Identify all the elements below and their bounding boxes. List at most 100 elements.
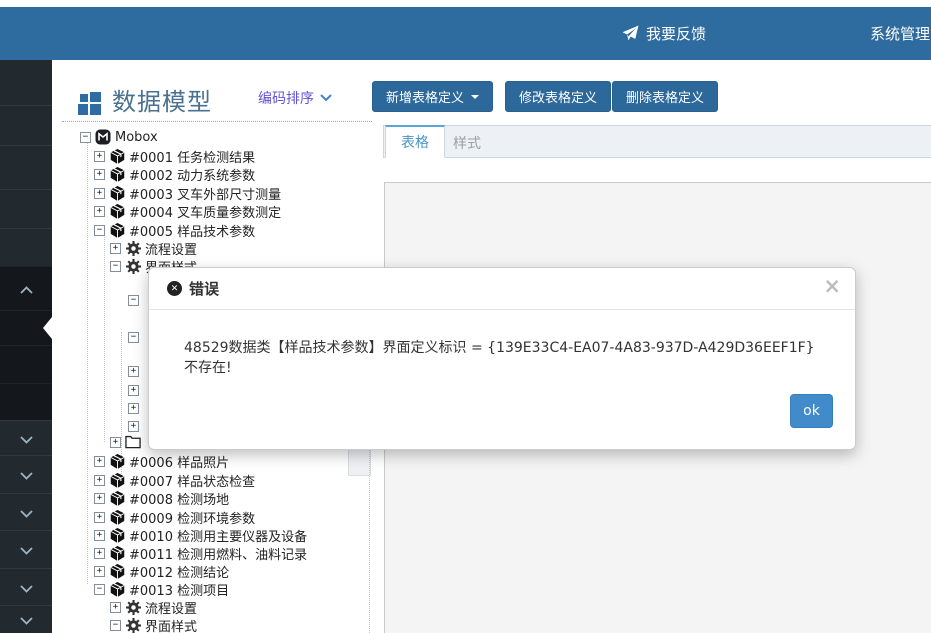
tab-style-label: 样式 [453,133,481,153]
tree-row[interactable]: +#0012 检测结论 [94,562,229,580]
sidebar-item-9[interactable] [0,420,52,455]
collapse-node-icon[interactable]: − [110,620,121,631]
expand-node-icon[interactable]: + [94,456,105,467]
expand-node-icon[interactable]: + [94,566,105,577]
sort-order-label: 编码排序 [258,88,314,108]
tab-table[interactable]: 表格 [385,125,445,158]
collapse-node-icon[interactable]: − [80,132,91,143]
cube-icon [109,545,125,561]
chevron-down-icon [20,429,33,448]
tree-row[interactable]: +#0007 样品状态检查 [94,471,255,489]
tree-row[interactable]: +流程设置 [110,239,197,257]
expand-node-icon[interactable]: + [94,493,105,504]
expand-node-icon[interactable]: + [128,403,139,414]
tree-row[interactable]: +#0008 检测场地 [94,489,229,507]
expand-node-icon[interactable]: + [110,437,121,448]
add-table-definition-button[interactable]: 新增表格定义 [372,81,493,112]
tree-row[interactable]: + #0004 叉车质量参数测定 [94,202,281,220]
sidebar-item-1[interactable] [0,105,52,145]
mobox-logo-icon [95,129,111,145]
delete-table-definition-button[interactable]: 删除表格定义 [612,81,718,112]
expand-node-icon[interactable]: + [94,512,105,523]
tree-row[interactable]: + #0010 检测用主要仪器及设备 [94,526,307,544]
sidebar-item-14[interactable] [0,605,52,633]
tree-node-label: #0013 检测项目 [129,580,229,599]
edit-table-definition-button[interactable]: 修改表格定义 [505,81,611,112]
sidebar-item-4[interactable] [0,228,52,266]
collapse-node-icon[interactable]: − [94,225,105,236]
expand-node-icon[interactable]: + [94,169,105,180]
app-window: 我要反馈 系统管理 数据模型 编码排序 新增表格定义 [0,0,931,633]
feedback-label: 我要反馈 [646,23,706,44]
sidebar-item-5[interactable] [0,266,52,310]
close-icon[interactable]: × [823,274,841,298]
expand-node-icon[interactable]: + [94,206,105,217]
tree-row[interactable]: +#0009 检测环境参数 [94,508,255,526]
expand-node-icon[interactable]: + [94,188,105,199]
tree-row[interactable]: − #0013 检测项目 [94,580,229,598]
sidebar-item-12[interactable] [0,530,52,568]
chevron-down-icon [20,465,33,484]
expand-node-icon[interactable]: + [94,475,105,486]
feedback-menu-item[interactable]: 我要反馈 [622,7,706,60]
chevron-down-icon [320,94,332,102]
sidebar-item-0[interactable] [0,60,52,105]
expand-node-icon[interactable]: + [110,602,121,613]
gear-icon [125,617,141,633]
collapse-node-icon[interactable]: − [110,261,121,272]
tab-style[interactable]: 样式 [438,125,496,158]
ok-button[interactable]: ok [790,394,833,428]
sidebar-item-11[interactable] [0,493,52,530]
tree-row-occluded[interactable]: + [128,362,139,380]
expand-node-icon[interactable]: + [128,385,139,396]
collapse-node-icon[interactable]: − [128,295,139,306]
cube-icon [109,563,125,579]
page-title-wrap: 数据模型 [78,82,212,117]
tree-row-occluded[interactable]: − [128,328,139,346]
sidebar-item-13[interactable] [0,568,52,605]
tree-row[interactable]: −Mobox [80,128,158,146]
tree-row[interactable]: +#0002 动力系统参数 [94,165,255,183]
ok-button-label: ok [803,403,820,419]
tree-guide-line [87,142,88,584]
sidebar-item-2[interactable] [0,145,52,189]
tree-row[interactable]: + #0006 样品照片 [94,452,229,470]
sidebar-item-10[interactable] [0,455,52,493]
left-sidebar [0,60,52,633]
sidebar-item-3[interactable] [0,189,52,228]
error-dialog-header: ✕ 错误 × [149,268,855,310]
tab-table-label: 表格 [401,132,429,152]
tree-row-occluded[interactable]: + [128,399,139,417]
tree-node-label: #0004 叉车质量参数测定 [129,202,281,221]
expand-node-icon[interactable]: + [94,151,105,162]
error-dialog: ✕ 错误 × 48529数据类【样品技术参数】界面定义标识 = {139E33C… [148,267,856,450]
tree-row[interactable]: −#0005 样品技术参数 [94,221,255,239]
sort-order-dropdown[interactable]: 编码排序 [258,88,332,108]
error-message: 48529数据类【样品技术参数】界面定义标识 = {139E33C4-EA07-… [184,338,830,378]
system-admin-menu-item[interactable]: 系统管理 [870,7,930,60]
page-title: 数据模型 [112,82,212,117]
collapse-node-icon[interactable]: − [128,332,139,343]
sidebar-item-8[interactable] [0,383,52,420]
tree-row[interactable]: +#0011 检测用燃料、油料记录 [94,544,307,562]
tree-row-occluded[interactable]: + [110,433,141,451]
tree-node-label: #0001 任务检测结果 [129,147,255,166]
sidebar-item-7[interactable] [0,345,52,383]
expand-node-icon[interactable]: + [128,421,139,432]
sidebar-item-6[interactable] [0,310,52,345]
expand-node-icon[interactable]: + [110,243,121,254]
tree-row[interactable]: −界面样式 [110,616,197,633]
add-table-definition-label: 新增表格定义 [386,87,464,106]
tree-node-label: #0006 样品照片 [129,452,229,471]
expand-node-icon[interactable]: + [94,548,105,559]
tree-row[interactable]: + #0001 任务检测结果 [94,147,255,165]
collapse-node-icon[interactable]: − [94,584,105,595]
tree-row[interactable]: +#0003 叉车外部尺寸测量 [94,184,281,202]
expand-node-icon[interactable]: + [94,530,105,541]
tab-strip: 表格 样式 [383,125,931,158]
tree-row-occluded[interactable]: + [128,381,139,399]
expand-node-icon[interactable]: + [128,366,139,377]
tree-row-occluded[interactable]: − [128,291,139,309]
tree-node-label: #0010 检测用主要仪器及设备 [129,526,307,545]
tree-row[interactable]: +流程设置 [110,598,197,616]
